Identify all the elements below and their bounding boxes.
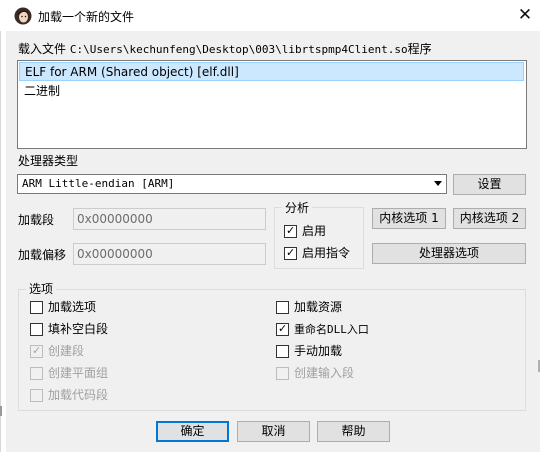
load-code-segments-label: 加载代码段 (48, 388, 109, 402)
checkmark-icon: ✓ (286, 246, 296, 259)
load-offset-field[interactable]: 0x00000000 (73, 243, 266, 265)
window-edge-mark-right (538, 360, 540, 372)
window-border-left (0, 31, 1, 452)
create-segments-label: 创建段 (48, 344, 85, 358)
load-file-suffix: 程序 (407, 42, 432, 56)
title-bar: 加载一个新的文件 ✕ (0, 0, 546, 31)
checkmark-icon: ✓ (278, 322, 288, 335)
window-title: 加载一个新的文件 (38, 10, 135, 24)
rename-dll-entries-checkbox[interactable]: ✓ 重命名DLL入口 (276, 321, 369, 338)
list-item[interactable]: ELF for ARM (Shared object) [elf.dll] (19, 62, 524, 81)
enable-analysis-checkbox[interactable]: ✓ 启用 (284, 223, 326, 240)
enable-analysis-label: 启用 (302, 224, 327, 238)
rename-dll-entries-label: 重命名DLL入口 (294, 323, 369, 336)
fill-gaps-checkbox[interactable]: 填补空白段 (30, 321, 108, 338)
processor-type-label: 处理器类型 (18, 154, 79, 168)
window-edge-mark (0, 406, 2, 416)
create-segments-checkbox[interactable]: ✓ 创建段 (30, 343, 84, 360)
load-options-label: 加载选项 (48, 300, 97, 314)
create-flat-group-checkbox[interactable]: 创建平面组 (30, 365, 108, 382)
enable-instructions-checkbox[interactable]: ✓ 启用指令 (284, 245, 350, 262)
kernel-options-2-button[interactable]: 内核选项 2 (453, 208, 526, 229)
app-avatar-icon (14, 7, 32, 25)
load-offset-label: 加载偏移 (18, 248, 67, 262)
load-segment-label: 加载段 (18, 213, 55, 227)
help-button[interactable]: 帮助 (317, 421, 390, 442)
processor-options-button[interactable]: 处理器选项 (372, 243, 526, 264)
load-code-segments-checkbox[interactable]: 加载代码段 (30, 387, 108, 404)
load-resources-label: 加载资源 (294, 300, 343, 314)
cancel-button[interactable]: 取消 (237, 421, 310, 442)
settings-button[interactable]: 设置 (453, 174, 526, 195)
manual-load-checkbox[interactable]: 手动加载 (276, 343, 342, 360)
fill-gaps-label: 填补空白段 (48, 322, 109, 336)
kernel-options-1-button[interactable]: 内核选项 1 (372, 208, 446, 229)
create-imports-segment-checkbox[interactable]: 创建输入段 (276, 365, 354, 382)
manual-load-label: 手动加载 (294, 344, 343, 358)
load-options-checkbox[interactable]: 加载选项 (30, 299, 96, 316)
create-flat-group-label: 创建平面组 (48, 366, 109, 380)
analysis-group-title: 分析 (282, 199, 313, 216)
list-item[interactable]: 二进制 (19, 82, 60, 101)
processor-select[interactable]: ARM Little-endian [ARM] (17, 174, 447, 194)
create-imports-segment-label: 创建输入段 (294, 366, 355, 380)
processor-selected-value: ARM Little-endian [ARM] (22, 177, 175, 190)
options-group-title: 选项 (26, 280, 57, 297)
close-icon[interactable]: ✕ (512, 2, 538, 28)
load-resources-checkbox[interactable]: 加载资源 (276, 299, 342, 316)
load-segment-field[interactable]: 0x00000000 (73, 208, 266, 230)
load-file-prefix: 载入文件 (18, 42, 67, 56)
enable-instructions-label: 启用指令 (302, 246, 351, 260)
checkmark-icon: ✓ (286, 224, 296, 237)
ok-button[interactable]: 确定 (156, 421, 229, 442)
checkmark-icon: ✓ (32, 344, 42, 357)
load-file-label: 载入文件 C:\Users\kechunfeng\Desktop\003\lib… (18, 40, 432, 57)
format-listbox[interactable]: ELF for ARM (Shared object) [elf.dll] 二进… (17, 60, 527, 149)
load-file-path: C:\Users\kechunfeng\Desktop\003\librtspm… (69, 43, 408, 56)
chevron-down-icon[interactable] (434, 181, 442, 186)
